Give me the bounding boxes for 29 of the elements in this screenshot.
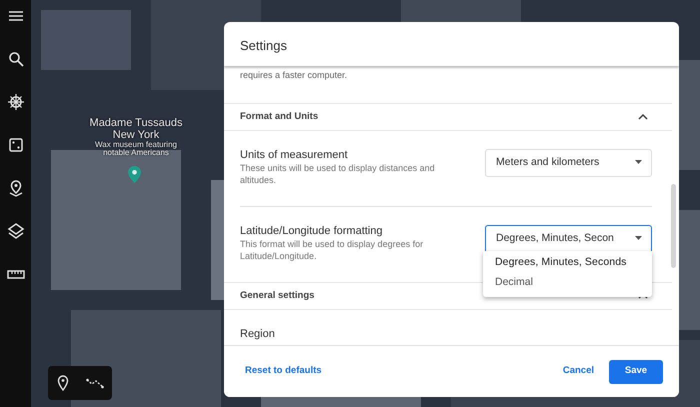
setting-description: This format will be used to display degrees for Latitude/Longitude. — [240, 238, 424, 262]
location-pin-icon[interactable] — [56, 375, 68, 391]
path-icon[interactable] — [86, 377, 104, 389]
cancel-button[interactable]: Cancel — [556, 360, 601, 383]
setting-label: Region — [239, 327, 276, 342]
dropdown-option[interactable]: Degrees, Minutes, Seconds — [483, 253, 652, 273]
caret-icon — [635, 236, 642, 240]
caret-icon — [635, 160, 642, 164]
place-title: Madame Tussauds — [88, 118, 184, 130]
setting-label: Latitude/Longitude formatting — [240, 225, 384, 238]
save-button[interactable]: Save — [609, 360, 663, 384]
dialog-title: Settings — [240, 38, 287, 53]
place-description: notable Americans — [102, 149, 169, 158]
scrollbar[interactable] — [671, 184, 676, 268]
place-description: Wax museum featuring — [94, 141, 178, 150]
layers-icon[interactable] — [6, 221, 26, 241]
setting-description: These units will be used to display distances and altitudes. — [240, 162, 436, 186]
reset-link[interactable]: Reset to defaults — [238, 360, 329, 383]
dropdown[interactable]: Meters and kilometers — [485, 149, 652, 177]
chevron-up-icon[interactable] — [638, 112, 648, 120]
setting-description: requires a faster computer. — [240, 70, 348, 80]
section-title: General settings — [240, 288, 314, 303]
wheel-icon[interactable] — [6, 92, 26, 112]
section-title: Format and Units — [240, 110, 318, 124]
setting-label: Units of measurement — [240, 149, 349, 162]
dropdown-option[interactable]: Decimal — [483, 272, 652, 292]
place-title: New York — [112, 130, 160, 141]
dropdown[interactable]: Degrees, Minutes, Secon — [485, 225, 652, 253]
place-pin-icon[interactable] — [128, 166, 141, 184]
